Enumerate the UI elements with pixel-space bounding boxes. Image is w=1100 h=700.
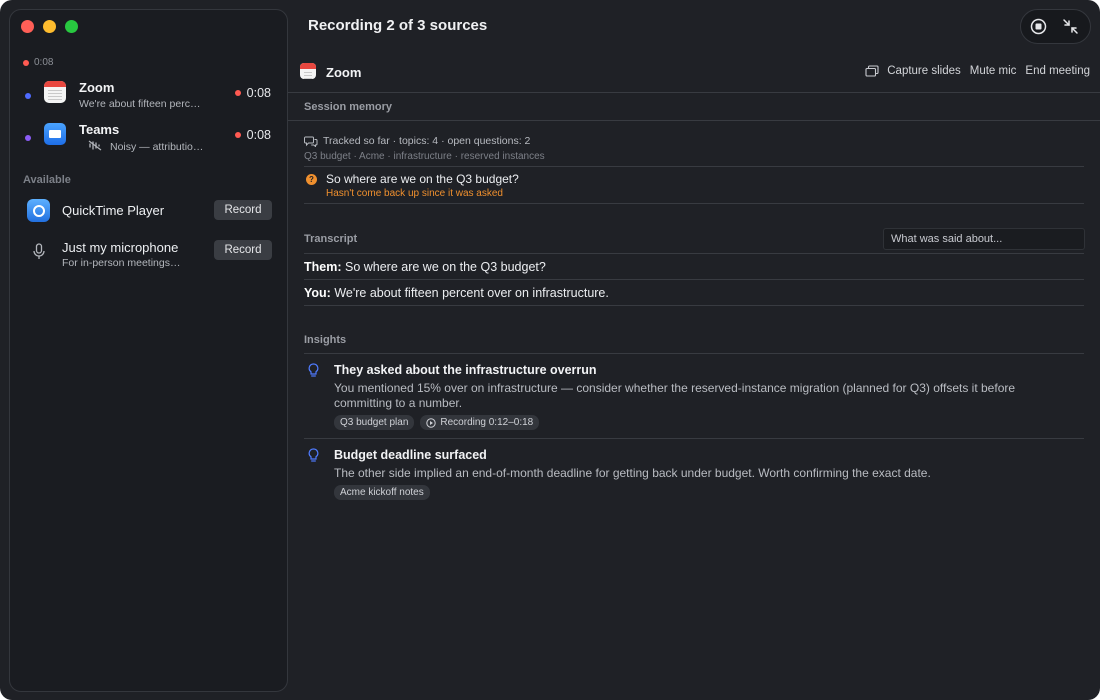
- divider: [304, 203, 1084, 204]
- open-question-note: Hasn't come back up since it was asked: [326, 188, 503, 199]
- transcript-search-input[interactable]: [883, 228, 1085, 250]
- recording-chip[interactable]: Recording 0:12–0:18: [420, 415, 540, 430]
- recording-controls: [1020, 9, 1091, 44]
- source-name: Teams: [79, 122, 120, 137]
- mail-icon: [44, 123, 66, 145]
- source-timer-value: 0:08: [246, 128, 271, 142]
- microphone-icon: [27, 240, 50, 263]
- insight-chips: Acme kickoff notes: [334, 485, 430, 500]
- lightbulb-icon: [308, 363, 319, 377]
- lightbulb-icon: [308, 448, 319, 462]
- insight-title: They asked about the infrastructure over…: [334, 363, 597, 377]
- close-window-button[interactable]: [21, 20, 34, 33]
- recording-dot-icon: [234, 132, 241, 138]
- session-memory-heading: Session memory: [304, 101, 393, 113]
- noise-waveform-icon: [88, 140, 102, 151]
- memory-topics: Q3 budget · Acme · infrastructure · rese…: [304, 151, 545, 162]
- divider: [288, 120, 1100, 121]
- stop-recording-icon[interactable]: [1030, 18, 1047, 35]
- source-subtitle-row: Noisy — attributio…: [88, 140, 203, 153]
- insights-heading: Insights: [304, 334, 347, 346]
- source-color-dot: [25, 135, 31, 141]
- recording-dot-icon: [234, 90, 241, 96]
- window-controls: [21, 20, 78, 33]
- transcript-line: Them: So where are we on the Q3 budget?: [304, 260, 546, 274]
- available-item-quicktime: QuickTime Player Record: [10, 196, 287, 232]
- meeting-actions: Capture slides Mute mic End meeting: [865, 65, 1090, 77]
- transcript-heading: Transcript: [304, 233, 358, 245]
- capture-slides-button[interactable]: Capture slides: [865, 65, 961, 77]
- divider: [304, 253, 1084, 254]
- source-item-zoom[interactable]: Zoom We're about fifteen perc… 0:08: [10, 79, 287, 119]
- insight-chips: Q3 budget plan Recording 0:12–0:18: [334, 415, 540, 430]
- source-item-teams[interactable]: Teams Noisy — attributio… 0:08: [10, 121, 287, 161]
- elapsed-time: 0:08: [34, 57, 54, 68]
- insight-body-line: You mentioned 15% over on infrastructure…: [334, 381, 1016, 395]
- play-icon: [426, 417, 437, 428]
- record-quicktime-button[interactable]: Record: [214, 200, 272, 220]
- collapse-icon[interactable]: [1062, 18, 1079, 35]
- divider: [304, 353, 1084, 354]
- source-chip[interactable]: Q3 budget plan: [334, 415, 415, 430]
- calendar-icon: [44, 81, 66, 103]
- minimize-window-button[interactable]: [43, 20, 56, 33]
- sidebar: 0:08 Zoom We're about fifteen perc… 0:08…: [9, 9, 288, 692]
- transcript-speaker: Them:: [304, 260, 342, 274]
- source-timer: 0:08: [234, 86, 271, 100]
- open-question[interactable]: So where are we on the Q3 budget?: [326, 172, 519, 186]
- transcript-speaker: You:: [304, 286, 331, 300]
- divider: [304, 305, 1084, 306]
- slides-icon: [865, 65, 879, 77]
- divider: [304, 438, 1084, 439]
- capture-slides-label: Capture slides: [887, 65, 961, 77]
- source-timer-value: 0:08: [246, 86, 271, 100]
- source-name: Zoom: [79, 80, 115, 95]
- end-meeting-button[interactable]: End meeting: [1025, 65, 1090, 77]
- insight-body-line: The other side implied an end-of-month d…: [334, 466, 931, 480]
- meeting-name: Zoom: [326, 65, 362, 80]
- insight-body-line: committing to a number.: [334, 396, 463, 410]
- recording-chip-label: Recording 0:12–0:18: [440, 417, 534, 428]
- mute-mic-button[interactable]: Mute mic: [970, 65, 1017, 77]
- calendar-icon: [300, 63, 316, 79]
- insight-title: Budget deadline surfaced: [334, 448, 487, 462]
- main-panel: Recording 2 of 3 sources Zoom Capture sl…: [288, 0, 1100, 700]
- transcript-line: You: We're about fifteen percent over on…: [304, 286, 609, 300]
- available-name: QuickTime Player: [62, 203, 165, 218]
- source-color-dot: [25, 93, 31, 99]
- transcript-text: We're about fifteen percent over on infr…: [334, 286, 609, 300]
- recording-dot-icon: [23, 59, 29, 66]
- available-heading: Available: [23, 174, 71, 186]
- available-name: Just my microphone: [62, 240, 179, 255]
- quicktime-icon: [27, 199, 50, 222]
- page-title: Recording 2 of 3 sources: [308, 17, 488, 34]
- source-chip[interactable]: Acme kickoff notes: [334, 485, 430, 500]
- elapsed-indicator: 0:08: [23, 57, 53, 68]
- chat-bubbles-icon: [304, 136, 318, 147]
- zoom-window-button[interactable]: [65, 20, 78, 33]
- source-timer: 0:08: [234, 128, 271, 142]
- memory-tracked: Tracked so far · topics: 4 · open questi…: [323, 135, 531, 147]
- app-window: 0:08 Zoom We're about fifteen perc… 0:08…: [0, 0, 1100, 700]
- record-microphone-button[interactable]: Record: [214, 240, 272, 260]
- source-subtitle: We're about fifteen perc…: [79, 98, 201, 110]
- memory-summary: Tracked so far · topics: 4 · open questi…: [304, 135, 530, 147]
- source-subtitle: Noisy — attributio…: [110, 141, 204, 153]
- meeting-header: Zoom Capture slides Mute mic End meeting: [300, 62, 1090, 84]
- open-question-icon: ?: [306, 174, 317, 185]
- available-subtitle: For in-person meetings…: [62, 257, 181, 269]
- divider: [304, 166, 1084, 167]
- divider: [288, 92, 1100, 93]
- transcript-text: So where are we on the Q3 budget?: [344, 260, 546, 274]
- divider: [304, 279, 1084, 280]
- available-item-microphone: Just my microphone For in-person meeting…: [10, 237, 287, 273]
